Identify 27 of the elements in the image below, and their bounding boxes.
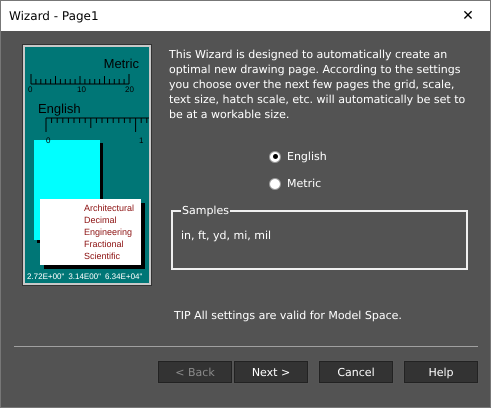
sample-value: 3.14E00" [68, 272, 101, 281]
group-title: Samples [181, 204, 230, 217]
wizard-button[interactable]: Cancel [319, 361, 393, 383]
format-label: Fractional [84, 239, 125, 250]
unit-radio[interactable]: Metric [269, 177, 478, 190]
ruler-tick-label: 0 [28, 86, 32, 94]
tip-text: TIP All settings are valid for Model Space. [174, 309, 403, 322]
format-label: Scientific [84, 251, 122, 262]
format-label: Architectural [84, 203, 136, 214]
ruler-label: Metric [104, 57, 139, 70]
wizard-button[interactable]: Help [404, 361, 478, 383]
ruler-tick-label: 20 [125, 86, 134, 94]
samples-text: in, ft, yd, mi, mil [181, 229, 272, 242]
description-text: This Wizard is designed to automatically create an optimal new drawing page. According to the settings you choose over the next few pages the grid, scale, text size, hatch scale, etc. will automatically be set to be at a workable size. [169, 47, 466, 122]
format-label: Engineering [84, 227, 134, 238]
ruler-label: English [38, 102, 81, 115]
format-label: Decimal [84, 215, 118, 226]
sample-value: 6.34E+04" [104, 272, 142, 281]
radio-icon[interactable] [269, 178, 281, 190]
ruler-tick-label: 1 [139, 137, 144, 145]
sample-value: 2.72E+00" [27, 272, 64, 281]
ruler-tick-label: 0 [46, 137, 50, 145]
unit-radio[interactable]: English [269, 150, 478, 163]
ruler-tick-label: 10 [77, 86, 86, 94]
wizard-button[interactable]: Next > [234, 361, 308, 383]
radio-icon[interactable] [269, 150, 281, 162]
window-title: Wizard - Page1 [9, 9, 99, 23]
